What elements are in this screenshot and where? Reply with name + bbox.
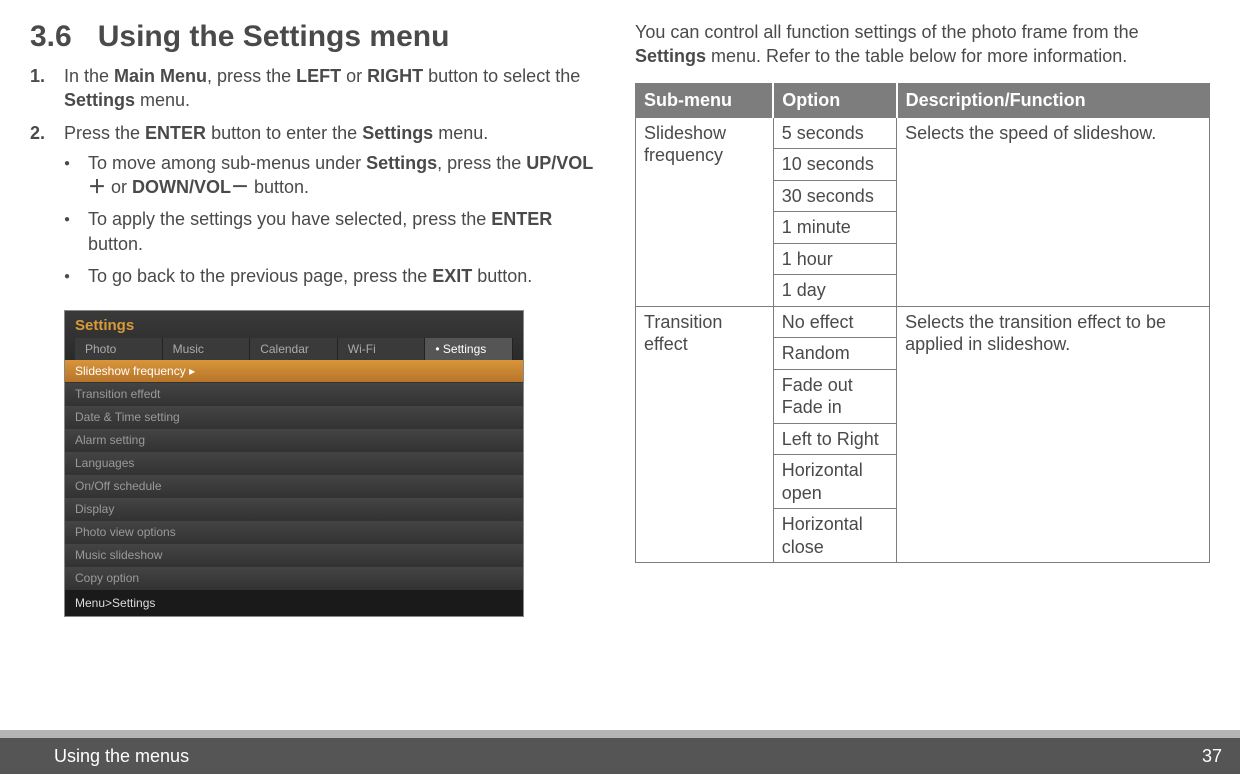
shot-row: On/Off schedule xyxy=(65,475,523,498)
shot-list: Slideshow frequency Transition effedt Da… xyxy=(65,360,523,590)
page-number: 37 xyxy=(1202,746,1222,767)
cell-desc: Selects the transition effect to be appl… xyxy=(897,306,1210,563)
cell-option: 1 day xyxy=(773,275,896,307)
cell-desc: Selects the speed of slideshow. xyxy=(897,117,1210,306)
cell-submenu: Slideshow frequency xyxy=(636,117,774,306)
cell-option: 10 seconds xyxy=(773,149,896,181)
step-number: 1. xyxy=(30,64,64,113)
shot-row: Alarm setting xyxy=(65,429,523,452)
table-header-row: Sub-menu Option Description/Function xyxy=(636,83,1210,117)
shot-row: Music slideshow xyxy=(65,544,523,567)
th-submenu: Sub-menu xyxy=(636,83,774,117)
shot-row: Languages xyxy=(65,452,523,475)
cell-option: 5 seconds xyxy=(773,117,896,149)
step-body: In the Main Menu, press the LEFT or RIGH… xyxy=(64,64,605,113)
cell-option: 30 seconds xyxy=(773,180,896,212)
table-row: Transition effect No effect Selects the … xyxy=(636,306,1210,338)
shot-tabs: Photo Music Calendar Wi-Fi Settings xyxy=(75,338,513,360)
shot-row: Display xyxy=(65,498,523,521)
shot-titlebar: Settings Photo Music Calendar Wi-Fi Sett… xyxy=(65,311,523,360)
cell-option: Random xyxy=(773,338,896,370)
shot-row: Transition effedt xyxy=(65,383,523,406)
table-row: Slideshow frequency 5 seconds Selects th… xyxy=(636,117,1210,149)
shot-row: Photo view options xyxy=(65,521,523,544)
footer-section: Using the menus xyxy=(54,746,189,767)
step-body: Press the ENTER button to enter the Sett… xyxy=(64,121,605,297)
cell-submenu: Transition effect xyxy=(636,306,774,563)
cell-option: 1 hour xyxy=(773,243,896,275)
cell-option: Left to Right xyxy=(773,423,896,455)
shot-tab: Calendar xyxy=(250,338,338,360)
shot-tab: Music xyxy=(163,338,251,360)
shot-tab: Wi-Fi xyxy=(338,338,426,360)
shot-row: Date & Time setting xyxy=(65,406,523,429)
section-heading: 3.6 Using the Settings menu xyxy=(30,20,605,54)
shot-row-selected: Slideshow frequency xyxy=(65,360,523,383)
bullet-2: To apply the settings you have selected,… xyxy=(64,207,605,256)
right-column: You can control all function settings of… xyxy=(635,20,1210,700)
cell-option: Horizontal open xyxy=(773,455,896,509)
th-option: Option xyxy=(773,83,896,117)
settings-screenshot: Settings Photo Music Calendar Wi-Fi Sett… xyxy=(64,310,524,617)
step-1: 1. In the Main Menu, press the LEFT or R… xyxy=(30,64,605,113)
shot-row: Copy option xyxy=(65,567,523,590)
th-desc: Description/Function xyxy=(897,83,1210,117)
cell-option: 1 minute xyxy=(773,212,896,244)
shot-title: Settings xyxy=(75,315,513,338)
step-list: 1. In the Main Menu, press the LEFT or R… xyxy=(30,64,605,296)
step-2: 2. Press the ENTER button to enter the S… xyxy=(30,121,605,297)
left-column: 3.6 Using the Settings menu 1. In the Mai… xyxy=(30,20,605,700)
intro-text: You can control all function settings of… xyxy=(635,20,1210,69)
shot-breadcrumb: Menu>Settings xyxy=(65,590,523,616)
bullet-3: To go back to the previous page, press t… xyxy=(64,264,605,288)
section-title-text: Using the Settings menu xyxy=(98,20,450,53)
shot-tab: Photo xyxy=(75,338,163,360)
page-footer: Using the menus 37 xyxy=(0,730,1240,774)
cell-option: Fade out Fade in xyxy=(773,369,896,423)
cell-option: No effect xyxy=(773,306,896,338)
bullet-1: To move among sub-menus under Settings, … xyxy=(64,151,605,200)
settings-table: Sub-menu Option Description/Function Sli… xyxy=(635,83,1210,564)
shot-tab-active: Settings xyxy=(425,338,513,360)
section-number: 3.6 xyxy=(30,20,72,53)
cell-option: Horizontal close xyxy=(773,509,896,563)
sub-bullet-list: To move among sub-menus under Settings, … xyxy=(64,151,605,288)
step-number: 2. xyxy=(30,121,64,297)
